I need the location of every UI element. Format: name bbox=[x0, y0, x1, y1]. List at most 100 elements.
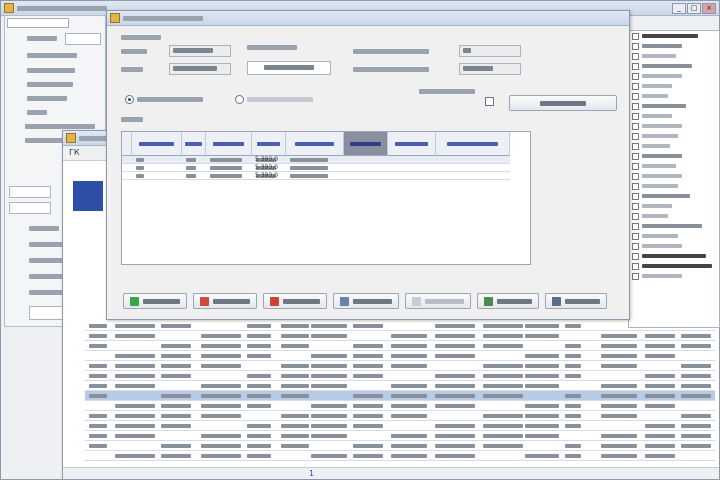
tree-item[interactable] bbox=[629, 111, 719, 121]
back-grid-row[interactable] bbox=[85, 381, 715, 391]
form-field-5[interactable] bbox=[459, 45, 521, 57]
tree-expander[interactable] bbox=[632, 42, 639, 50]
tree-item[interactable] bbox=[629, 141, 719, 151]
filter-field-2[interactable] bbox=[9, 202, 51, 214]
tree-expander[interactable] bbox=[632, 252, 639, 260]
tree-expander[interactable] bbox=[632, 262, 639, 270]
tree-expander[interactable] bbox=[632, 122, 639, 130]
print-button[interactable] bbox=[263, 293, 327, 309]
filter-combo[interactable] bbox=[9, 186, 51, 198]
tree-item[interactable] bbox=[629, 101, 719, 111]
tree-item[interactable] bbox=[629, 181, 719, 191]
tree-expander[interactable] bbox=[632, 232, 639, 240]
back-grid-row[interactable] bbox=[85, 451, 715, 461]
close-button[interactable]: × bbox=[702, 2, 716, 14]
tree-item[interactable] bbox=[629, 231, 719, 241]
filter-field-1[interactable] bbox=[65, 33, 101, 45]
tree-expander[interactable] bbox=[632, 202, 639, 210]
back-grid-row[interactable] bbox=[85, 411, 715, 421]
back-grid-row[interactable] bbox=[85, 391, 715, 401]
edit-button[interactable] bbox=[405, 293, 471, 309]
tree-item[interactable] bbox=[629, 221, 719, 231]
tree-item[interactable] bbox=[629, 161, 719, 171]
list-header-cell[interactable] bbox=[73, 181, 103, 211]
tree-expander[interactable] bbox=[632, 132, 639, 140]
grid-column-header[interactable] bbox=[436, 132, 510, 156]
tree-expander[interactable] bbox=[632, 222, 639, 230]
tree-item[interactable] bbox=[629, 121, 719, 131]
back-data-grid[interactable] bbox=[85, 321, 715, 466]
tree-item[interactable] bbox=[629, 211, 719, 221]
tree-expander[interactable] bbox=[632, 72, 639, 80]
tree-item[interactable] bbox=[629, 61, 719, 71]
tree-expander[interactable] bbox=[632, 52, 639, 60]
form-field-3[interactable] bbox=[169, 63, 231, 75]
tree-item[interactable] bbox=[629, 91, 719, 101]
back-grid-row[interactable] bbox=[85, 431, 715, 441]
list-window-tab[interactable]: ГК bbox=[69, 148, 80, 157]
tree-item[interactable] bbox=[629, 201, 719, 211]
tree-item[interactable] bbox=[629, 31, 719, 41]
add-button[interactable] bbox=[123, 293, 187, 309]
radio-option-2[interactable] bbox=[235, 95, 244, 104]
back-grid-row[interactable] bbox=[85, 441, 715, 451]
tree-expander[interactable] bbox=[632, 152, 639, 160]
grid-column-header[interactable] bbox=[182, 132, 206, 156]
back-grid-row[interactable] bbox=[85, 321, 715, 331]
grid-row[interactable]: 5 393,0 bbox=[122, 172, 510, 180]
back-grid-row[interactable] bbox=[85, 421, 715, 431]
tree-item[interactable] bbox=[629, 81, 719, 91]
minimize-button[interactable]: _ bbox=[672, 2, 686, 14]
tree-item[interactable] bbox=[629, 71, 719, 81]
filter-tab[interactable] bbox=[7, 18, 69, 28]
form-field-2[interactable] bbox=[169, 45, 231, 57]
back-grid-row[interactable] bbox=[85, 351, 715, 361]
tree-expander[interactable] bbox=[632, 212, 639, 220]
tree-item[interactable] bbox=[629, 41, 719, 51]
tree-expander[interactable] bbox=[632, 192, 639, 200]
back-grid-row[interactable] bbox=[85, 371, 715, 381]
form-field-4[interactable] bbox=[247, 61, 331, 75]
tree-item[interactable] bbox=[629, 261, 719, 271]
tree-expander[interactable] bbox=[632, 112, 639, 120]
tree-item[interactable] bbox=[629, 51, 719, 61]
tree-expander[interactable] bbox=[632, 272, 639, 280]
close-dialog-button[interactable] bbox=[545, 293, 607, 309]
grid-column-header[interactable] bbox=[344, 132, 388, 156]
find-button[interactable] bbox=[333, 293, 399, 309]
tree-expander[interactable] bbox=[632, 142, 639, 150]
tree-expander[interactable] bbox=[632, 162, 639, 170]
back-grid-row[interactable] bbox=[85, 341, 715, 351]
maximize-button[interactable]: □ bbox=[687, 2, 701, 14]
tree-expander[interactable] bbox=[632, 172, 639, 180]
tree-item[interactable] bbox=[629, 241, 719, 251]
grid-column-header[interactable] bbox=[206, 132, 252, 156]
tree-expander[interactable] bbox=[632, 62, 639, 70]
tree-item[interactable] bbox=[629, 171, 719, 181]
back-grid-row[interactable] bbox=[85, 361, 715, 371]
tree-expander[interactable] bbox=[632, 32, 639, 40]
grid-column-header[interactable] bbox=[388, 132, 436, 156]
back-grid-row[interactable] bbox=[85, 401, 715, 411]
tree-expander[interactable] bbox=[632, 242, 639, 250]
tree-item[interactable] bbox=[629, 151, 719, 161]
checkbox[interactable] bbox=[485, 97, 494, 106]
save-button[interactable] bbox=[477, 293, 539, 309]
right-tree-panel[interactable] bbox=[628, 30, 720, 328]
tree-item[interactable] bbox=[629, 271, 719, 281]
grid-column-header[interactable] bbox=[286, 132, 344, 156]
grid-row[interactable]: 5 393,0 bbox=[122, 156, 510, 164]
delete-button[interactable] bbox=[193, 293, 257, 309]
tree-expander[interactable] bbox=[632, 82, 639, 90]
grid-row[interactable]: 5 393,0 bbox=[122, 164, 510, 172]
form-field-6[interactable] bbox=[459, 63, 521, 75]
radio-option-1[interactable] bbox=[125, 95, 134, 104]
tree-item[interactable] bbox=[629, 131, 719, 141]
dialog-top-button[interactable] bbox=[509, 95, 617, 111]
tree-item[interactable] bbox=[629, 251, 719, 261]
tree-expander[interactable] bbox=[632, 182, 639, 190]
back-grid-row[interactable] bbox=[85, 331, 715, 341]
tree-item[interactable] bbox=[629, 191, 719, 201]
tree-expander[interactable] bbox=[632, 92, 639, 100]
grid-column-header[interactable] bbox=[132, 132, 182, 156]
